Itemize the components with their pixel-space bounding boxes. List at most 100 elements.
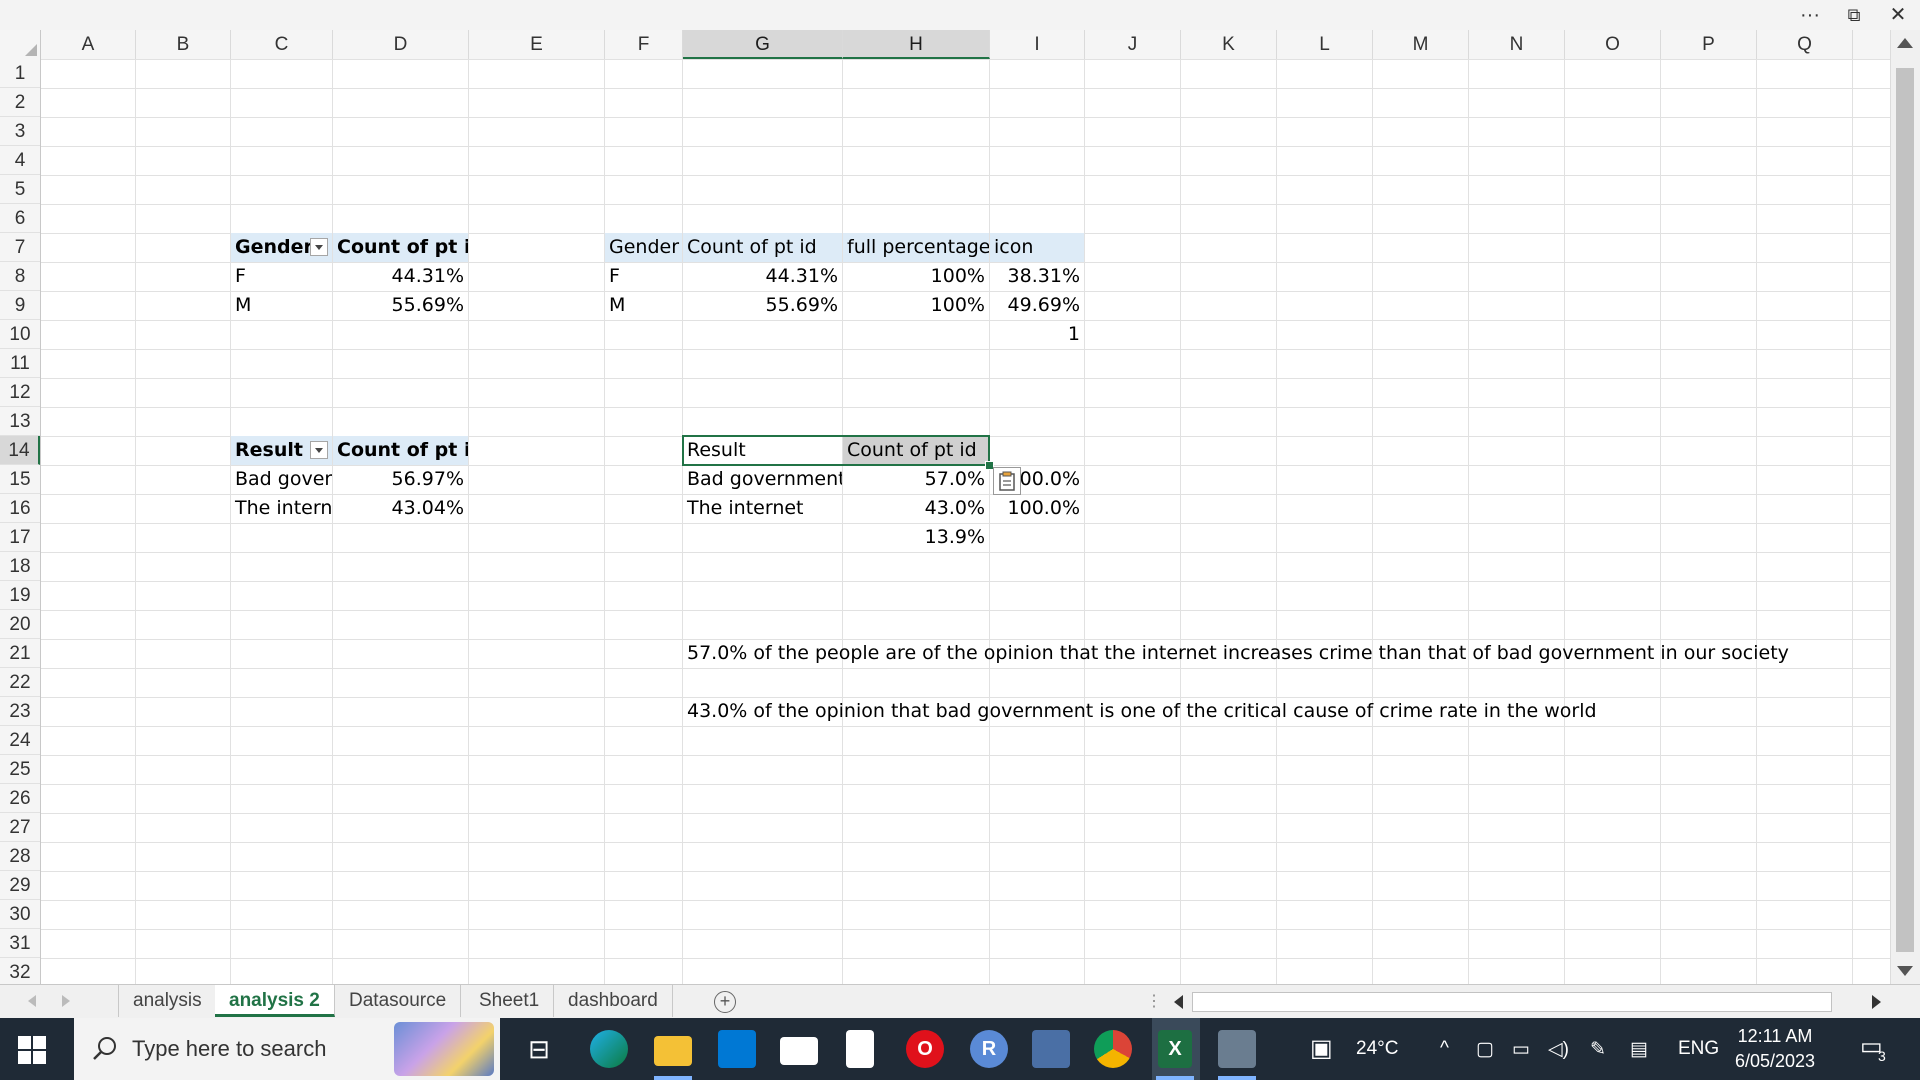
weather-icon[interactable]: ▣ [1310, 1034, 1333, 1063]
column-header-n[interactable]: N [1469, 30, 1565, 59]
tab-split-handle[interactable]: ⋮ [1146, 991, 1162, 1011]
gender-table-extra-cell[interactable]: 1 [990, 320, 1084, 349]
scroll-left-icon[interactable] [1174, 995, 1183, 1009]
gender-table-cell[interactable]: M [605, 291, 682, 320]
column-header-c[interactable]: C [231, 30, 333, 59]
result-table-header[interactable]: Count of pt id [843, 436, 989, 465]
pen-icon[interactable]: ✎ [1590, 1038, 1606, 1061]
column-header-d[interactable]: D [333, 30, 469, 59]
column-header-h[interactable]: H [843, 30, 990, 59]
row-header[interactable]: 2 [0, 88, 40, 117]
column-header-p[interactable]: P [1661, 30, 1757, 59]
gender-table-header[interactable]: full percentage [843, 233, 989, 262]
volume-icon[interactable]: ◁) [1548, 1038, 1569, 1061]
gender-table-cell[interactable]: 100% [843, 262, 989, 291]
row-header[interactable]: 24 [0, 726, 40, 755]
task-view-icon[interactable]: ⊟ [520, 1030, 558, 1068]
weather-temperature[interactable]: 24°C [1356, 1038, 1398, 1060]
windows-start-icon[interactable] [18, 1036, 46, 1064]
language-indicator[interactable]: ENG [1678, 1038, 1719, 1060]
result-table-header[interactable]: Result [683, 436, 842, 465]
chrome-icon[interactable] [1094, 1030, 1132, 1068]
row-header[interactable]: 29 [0, 871, 40, 900]
row-header[interactable]: 5 [0, 175, 40, 204]
next-sheet-icon[interactable] [62, 995, 70, 1007]
row-header[interactable]: 1 [0, 59, 40, 88]
store-icon[interactable] [718, 1030, 756, 1068]
row-header[interactable]: 4 [0, 146, 40, 175]
row-header[interactable]: 19 [0, 581, 40, 610]
row-header[interactable]: 22 [0, 668, 40, 697]
row-header[interactable]: 12 [0, 378, 40, 407]
row-header[interactable]: 7 [0, 233, 40, 262]
chevron-up-icon[interactable]: ^ [1440, 1038, 1449, 1060]
sheet-tab-dashboard[interactable]: dashboard [554, 985, 673, 1017]
row-header[interactable]: 10 [0, 320, 40, 349]
more-options-icon[interactable]: ··· [1790, 0, 1830, 30]
row-header[interactable]: 9 [0, 291, 40, 320]
gender-table-cell[interactable]: 55.69% [683, 291, 842, 320]
row-header[interactable]: 28 [0, 842, 40, 871]
gender-table-cell[interactable]: 100% [843, 291, 989, 320]
row-header[interactable]: 8 [0, 262, 40, 291]
taskbar-search-box[interactable]: Type here to search [74, 1018, 500, 1080]
select-all-button[interactable] [0, 30, 41, 59]
scroll-right-icon[interactable] [1872, 995, 1881, 1009]
scroll-down-icon[interactable] [1897, 966, 1913, 976]
row-header[interactable]: 13 [0, 407, 40, 436]
column-header-f[interactable]: F [605, 30, 683, 59]
pivot-result-row-value[interactable]: 43.04% [333, 494, 468, 523]
column-header-k[interactable]: K [1181, 30, 1277, 59]
result-table-label[interactable]: Bad government [683, 465, 842, 494]
row-header[interactable]: 30 [0, 900, 40, 929]
row-header[interactable]: 14 [0, 436, 40, 465]
column-header-o[interactable]: O [1565, 30, 1661, 59]
row-header[interactable]: 27 [0, 813, 40, 842]
pivot-gender-row-value[interactable]: 55.69% [333, 291, 468, 320]
ribbon-display-icon[interactable]: ⧉ [1834, 0, 1874, 30]
pivot-result-header-label[interactable]: Result [231, 436, 332, 465]
row-header[interactable]: 18 [0, 552, 40, 581]
column-header-q[interactable]: Q [1757, 30, 1853, 59]
opera-icon[interactable]: O [906, 1030, 944, 1068]
pivot-result-row-label[interactable]: The interne [231, 494, 332, 523]
close-icon[interactable]: ✕ [1878, 0, 1918, 30]
row-header[interactable]: 20 [0, 610, 40, 639]
row-header[interactable]: 16 [0, 494, 40, 523]
vertical-scroll-thumb[interactable] [1896, 68, 1914, 952]
column-header-b[interactable]: B [136, 30, 231, 59]
note-text[interactable]: 57.0% of the people are of the opinion t… [683, 639, 1883, 668]
row-header[interactable]: 31 [0, 929, 40, 958]
sheet-tab-sheet1[interactable]: Sheet1 [465, 985, 555, 1017]
pivot-result-row-value[interactable]: 56.97% [333, 465, 468, 494]
previous-sheet-icon[interactable] [28, 995, 36, 1007]
sheet-tab-analysis[interactable]: analysis [118, 985, 217, 1017]
row-header[interactable]: 3 [0, 117, 40, 146]
column-header-i[interactable]: I [990, 30, 1085, 59]
row-header[interactable]: 17 [0, 523, 40, 552]
horizontal-scrollbar[interactable] [1166, 987, 1890, 1015]
column-header-j[interactable]: J [1085, 30, 1181, 59]
gender-table-header[interactable]: Count of pt id [683, 233, 842, 262]
row-header[interactable]: 15 [0, 465, 40, 494]
scroll-up-icon[interactable] [1897, 38, 1913, 48]
notepad-icon[interactable] [846, 1030, 874, 1068]
pivot-gender-header-value[interactable]: Count of pt id [333, 233, 468, 262]
row-header[interactable]: 6 [0, 204, 40, 233]
paste-options-button[interactable] [993, 467, 1021, 495]
result-table-extra-cell[interactable]: 13.9% [843, 523, 989, 552]
column-header-l[interactable]: L [1277, 30, 1373, 59]
pivot-gender-header-label[interactable]: Gender [231, 233, 332, 262]
clock[interactable]: 12:11 AM 6/05/2023 [1720, 1024, 1830, 1074]
r-studio-icon[interactable]: R [970, 1030, 1008, 1068]
meet-icon[interactable]: ▢ [1476, 1038, 1494, 1061]
gender-table-cell[interactable]: 44.31% [683, 262, 842, 291]
horizontal-scroll-thumb[interactable] [1192, 992, 1832, 1012]
result-table-value[interactable]: 43.0% [843, 494, 989, 523]
column-header-g[interactable]: G [683, 30, 843, 59]
pivot-result-row-label[interactable]: Bad goverr [231, 465, 332, 494]
result-table-extra[interactable]: 100.0% [990, 494, 1084, 523]
column-header-a[interactable]: A [41, 30, 136, 59]
pivot-gender-row-value[interactable]: 44.31% [333, 262, 468, 291]
file-explorer-icon[interactable] [654, 1036, 692, 1066]
